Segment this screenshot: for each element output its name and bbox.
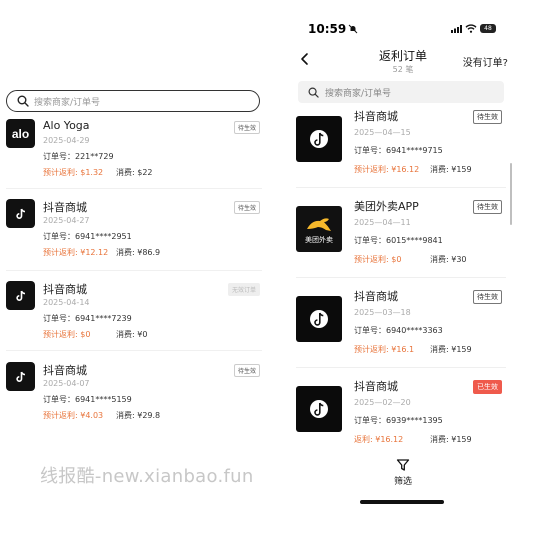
- scrollbar[interactable]: [510, 163, 512, 225]
- order-number: 订单号：6941****5159: [43, 395, 132, 404]
- douyin-logo-icon: [6, 281, 35, 310]
- estimated-rebate: 预计返利: $1.32: [43, 168, 104, 177]
- estimated-rebate: 预计返利: ¥16.12: [354, 165, 420, 174]
- search-input[interactable]: 搜索商家/订单号: [6, 90, 260, 112]
- status-badge: 待生效: [473, 200, 502, 214]
- order-number: 订单号：221**729: [43, 152, 114, 161]
- order-date: 2025—03—18: [354, 308, 411, 317]
- estimated-rebate: 预计返利: $0: [354, 255, 402, 264]
- order-item[interactable]: 抖音商城 2025-04-14 订单号：6941****7239 预计返利: $…: [6, 281, 262, 349]
- divider: [6, 270, 262, 271]
- left-screenshot: 搜索商家/订单号 alo Alo Yoga 2025-04-29 订单号：221…: [0, 0, 270, 540]
- search-icon: [308, 87, 319, 98]
- order-item[interactable]: 抖音商城 2025-04-07 订单号：6941****5159 预计返利: ¥…: [6, 362, 262, 430]
- status-badge: 待生效: [233, 121, 260, 134]
- alo-logo: alo: [6, 119, 35, 148]
- order-item[interactable]: 美团外卖 美团外卖APP 2025—04—11 订单号：6015****9841…: [296, 198, 504, 286]
- spend-amount: 消费: ¥30: [430, 255, 467, 264]
- nav-bar: 返利订单 52 笔 没有订单?: [288, 44, 518, 78]
- order-date: 2025—04—15: [354, 128, 411, 137]
- estimated-rebate: 预计返利: ¥12.12: [43, 248, 109, 257]
- no-order-link[interactable]: 没有订单?: [463, 54, 508, 69]
- douyin-logo-icon: [6, 199, 35, 228]
- spend-amount: 消费: $22: [116, 168, 153, 177]
- merchant-name: 抖音商城: [354, 380, 398, 393]
- meituan-logo: 美团外卖: [296, 206, 342, 252]
- merchant-name: 抖音商城: [43, 201, 87, 214]
- order-date: 2025—02—20: [354, 398, 411, 407]
- funnel-icon: [396, 459, 410, 471]
- order-item[interactable]: 抖音商城 2025—04—15 订单号：6941****9715 预计返利: ¥…: [296, 108, 504, 196]
- order-item[interactable]: 抖音商城 2025—03—18 订单号：6940****3363 预计返利: ¥…: [296, 288, 504, 376]
- divider: [6, 350, 262, 351]
- divider: [6, 188, 262, 189]
- search-placeholder: 搜索商家/订单号: [325, 88, 392, 99]
- spend-amount: 消费: ¥86.9: [116, 248, 161, 257]
- douyin-logo-icon: [296, 116, 342, 162]
- status-badge: 待生效: [473, 290, 502, 304]
- douyin-logo-icon: [296, 296, 342, 342]
- order-number: 订单号：6940****3363: [354, 326, 443, 335]
- estimated-rebate: 预计返利: ¥16.1: [354, 345, 415, 354]
- douyin-logo-icon: [6, 362, 35, 391]
- home-indicator: [360, 500, 444, 504]
- watermark-text: 线报酷-new.xianbao.fun: [40, 466, 254, 487]
- spend-amount: 消费: ¥159: [430, 165, 472, 174]
- merchant-name: 抖音商城: [354, 290, 398, 303]
- order-date: 2025—04—11: [354, 218, 411, 227]
- status-bar: 10:59 48: [288, 0, 518, 40]
- divider: [296, 367, 506, 368]
- status-time: 10:59: [308, 22, 347, 36]
- order-date: 2025-04-14: [43, 298, 90, 307]
- status-badge: 待生效: [233, 201, 260, 214]
- order-number: 订单号：6015****9841: [354, 236, 443, 245]
- order-number: 订单号：6939****1395: [354, 416, 443, 425]
- order-number: 订单号：6941****9715: [354, 146, 443, 155]
- estimated-rebate: 返利: ¥16.12: [354, 435, 404, 444]
- status-badge: 无效订单: [227, 283, 260, 296]
- filter-label: 筛选: [393, 477, 412, 487]
- right-screenshot: 10:59 48 返利订单 52 笔 没有订单? 搜索商家/订单号 抖音商城 2…: [288, 0, 518, 540]
- search-icon: [17, 95, 29, 107]
- bell-slash-icon: [348, 24, 358, 34]
- merchant-name: 美团外卖APP: [354, 200, 419, 213]
- battery-icon: 48: [480, 24, 496, 33]
- merchant-name: 抖音商城: [354, 110, 398, 123]
- wifi-icon: [465, 24, 477, 33]
- search-input[interactable]: 搜索商家/订单号: [298, 81, 504, 103]
- merchant-name: 抖音商城: [43, 283, 87, 296]
- order-date: 2025-04-07: [43, 379, 90, 388]
- order-number: 订单号：6941****7239: [43, 314, 132, 323]
- divider: [296, 277, 506, 278]
- douyin-logo-icon: [296, 386, 342, 432]
- order-number: 订单号：6941****2951: [43, 232, 132, 241]
- kangaroo-icon: [307, 217, 331, 231]
- spend-amount: 消费: ¥159: [430, 345, 472, 354]
- filter-button[interactable]: 筛选: [288, 458, 518, 487]
- order-item[interactable]: 抖音商城 2025—02—20 订单号：6939****1395 返利: ¥16…: [296, 378, 504, 466]
- estimated-rebate: 预计返利: ¥4.03: [43, 411, 104, 420]
- divider: [296, 187, 506, 188]
- order-item[interactable]: alo Alo Yoga 2025-04-29 订单号：221**729 预计返…: [6, 119, 262, 187]
- merchant-name: 抖音商城: [43, 364, 87, 377]
- search-placeholder: 搜索商家/订单号: [34, 97, 101, 108]
- order-item[interactable]: 抖音商城 2025-04-27 订单号：6941****2951 预计返利: ¥…: [6, 199, 262, 267]
- order-date: 2025-04-27: [43, 216, 90, 225]
- estimated-rebate: 预计返利: $0: [43, 330, 91, 339]
- status-badge: 待生效: [233, 364, 260, 377]
- signal-icon: [451, 25, 462, 33]
- merchant-name: Alo Yoga: [43, 119, 90, 132]
- status-badge: 已生效: [473, 380, 502, 394]
- order-date: 2025-04-29: [43, 136, 90, 145]
- status-badge: 待生效: [473, 110, 502, 124]
- spend-amount: 消费: ¥159: [430, 435, 472, 444]
- spend-amount: 消费: ¥0: [116, 330, 148, 339]
- spend-amount: 消费: ¥29.8: [116, 411, 161, 420]
